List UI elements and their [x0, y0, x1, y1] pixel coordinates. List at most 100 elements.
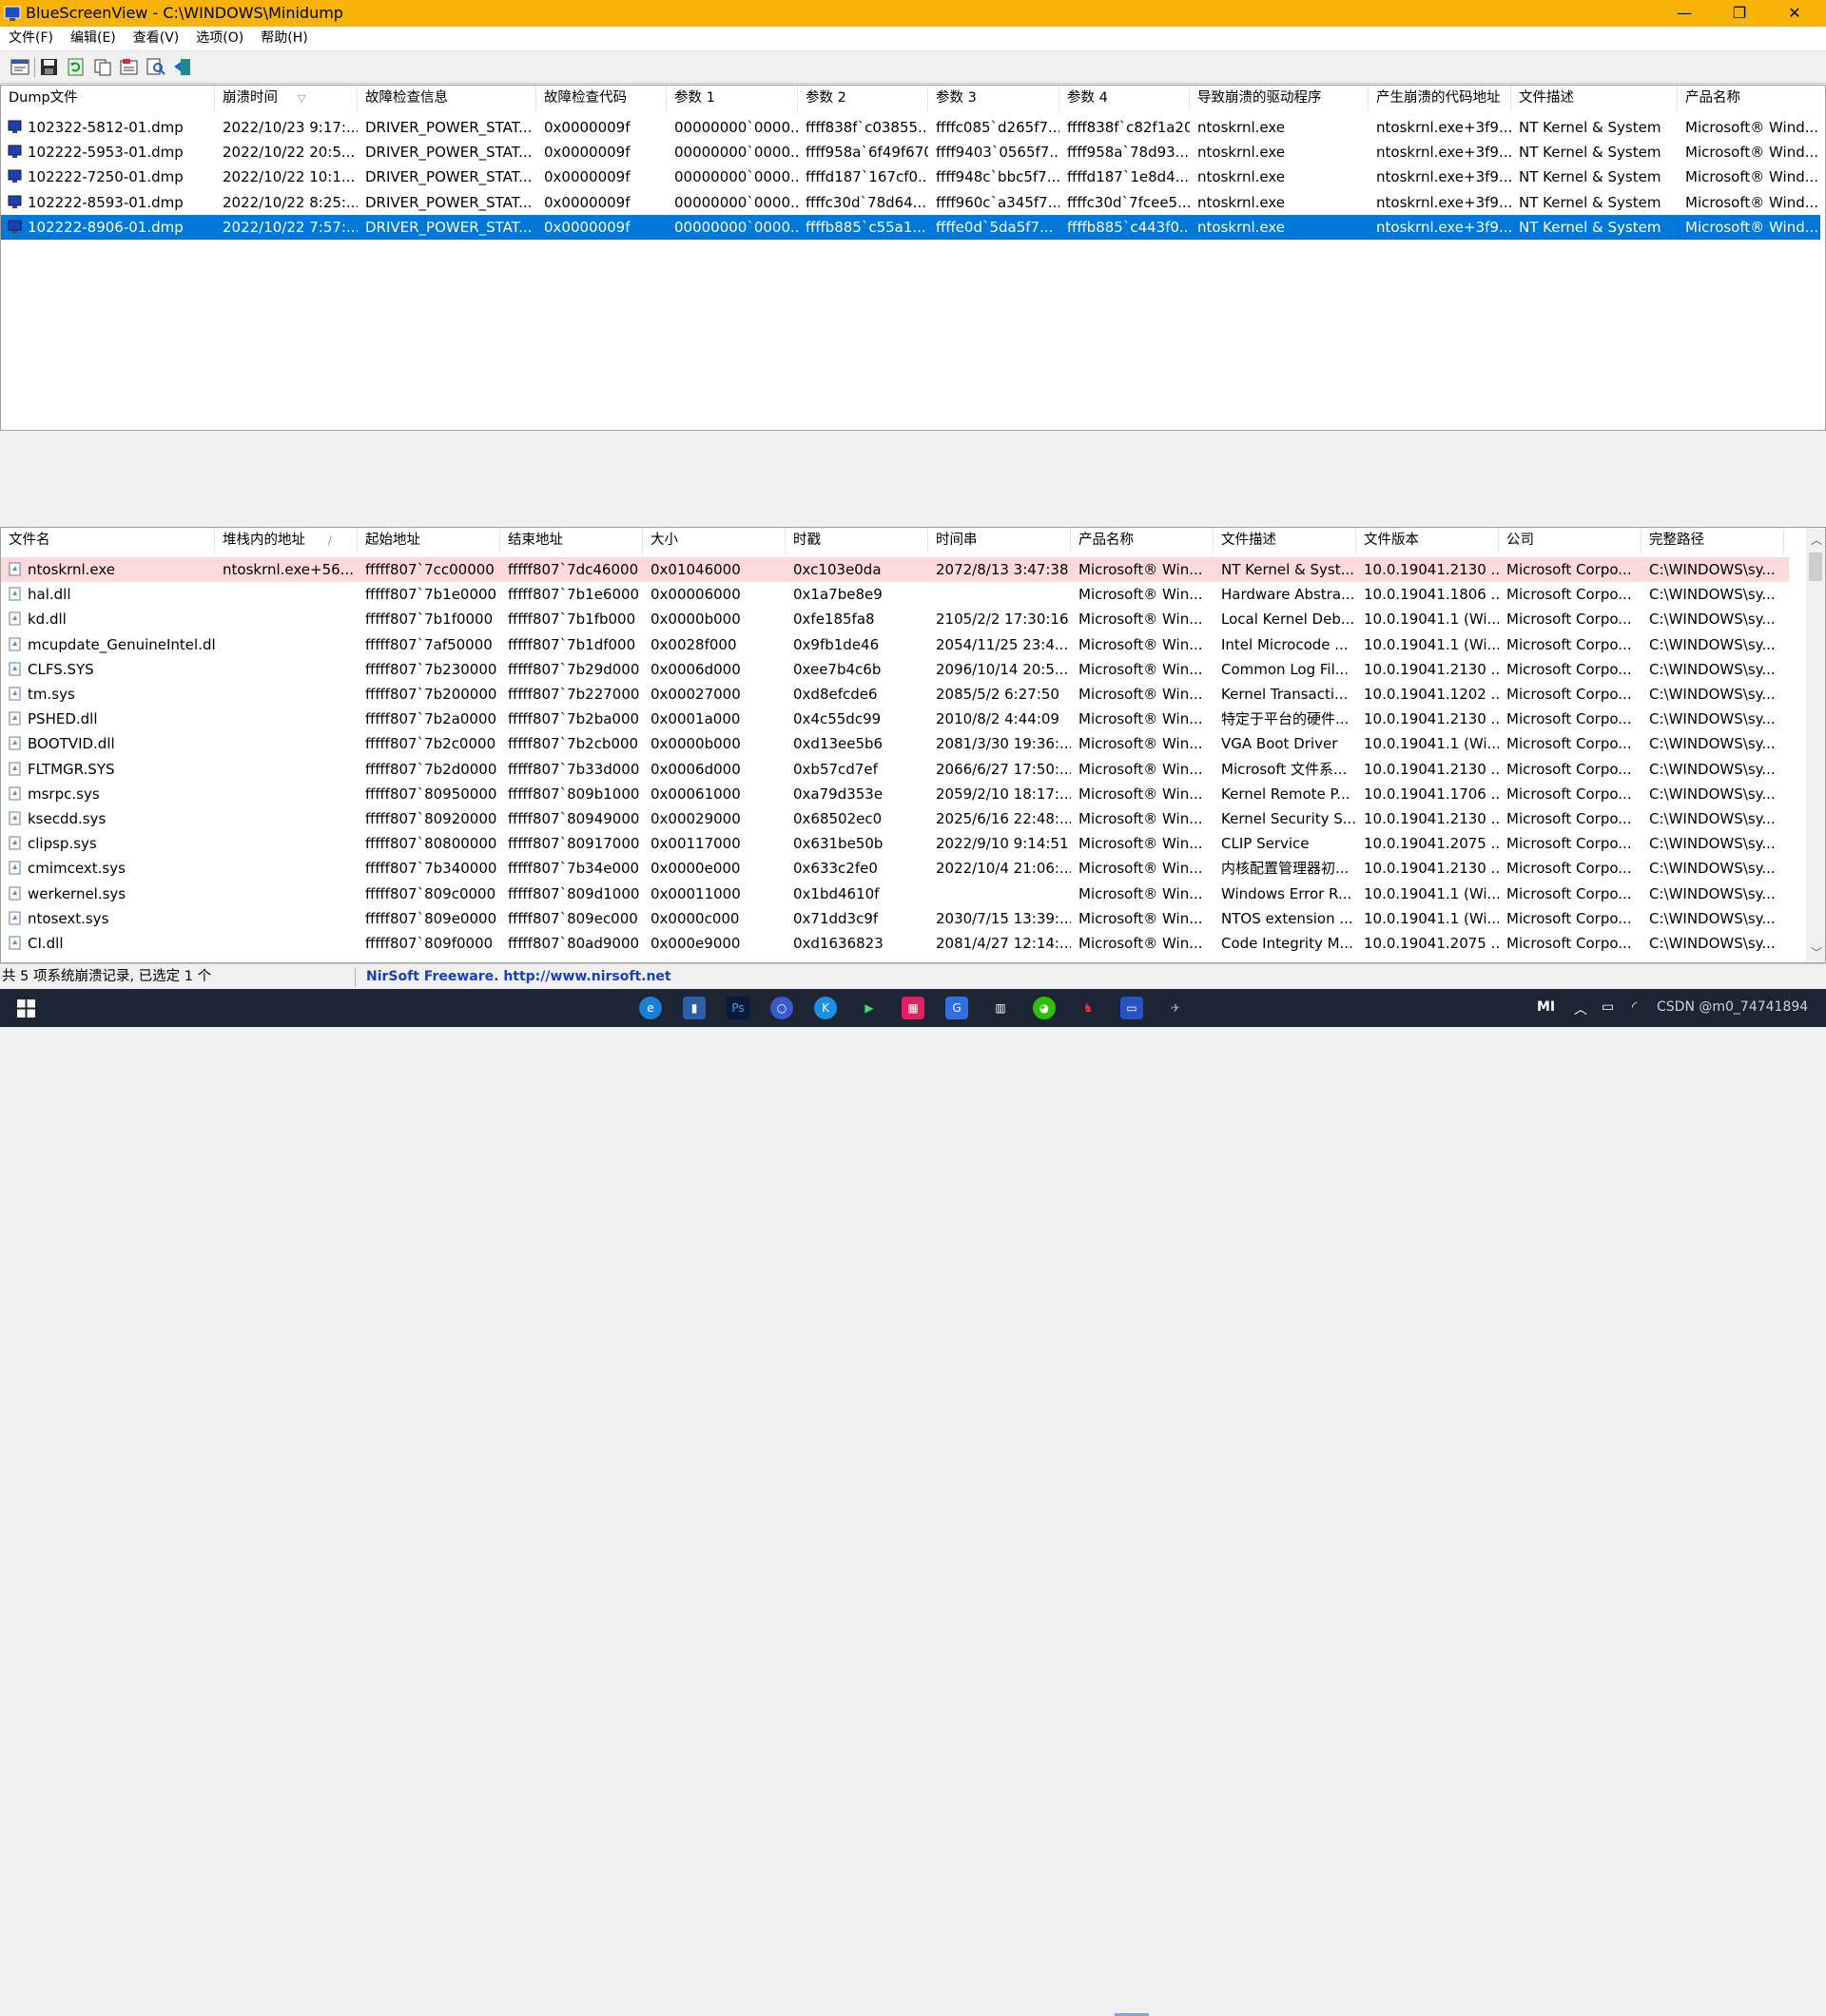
driver-row[interactable]: CI.dll fffff807`809f0000 fffff807`80ad9000… — [1, 931, 1789, 956]
dump-row[interactable]: 102222-8906-01.dmp 2022/10/22 7:57:... DRI… — [1, 214, 1820, 240]
col-to-address[interactable]: 结束地址 — [500, 528, 643, 553]
driver-row[interactable]: cmimcext.sys fffff807`7b340000 fffff807`7b… — [1, 856, 1789, 881]
col-company[interactable]: 公司 — [1499, 528, 1641, 553]
menu-file[interactable]: 文件(F) — [0, 27, 62, 50]
table-cell: DRIVER_POWER_STAT... — [358, 215, 536, 240]
driver-row[interactable]: werkernel.sys fffff807`809c0000 fffff807`8… — [1, 882, 1789, 906]
mi-tray-icon[interactable]: MI — [1537, 999, 1555, 1015]
cell-value: 10.0.19041.2075 ... — [1364, 835, 1499, 853]
menu-options[interactable]: 选项(O) — [187, 27, 252, 50]
col-dump-file[interactable]: Dump文件 — [1, 86, 215, 111]
driver-row[interactable]: CLFS.SYS fffff807`7b230000 fffff807`7b29d0… — [1, 657, 1789, 682]
col-time-string[interactable]: 时间串 — [928, 528, 1071, 553]
windows-start-icon[interactable] — [17, 999, 35, 1018]
cell-name: PSHED.dll — [28, 710, 98, 728]
table-cell — [215, 607, 358, 631]
col-timestamp[interactable]: 时戳 — [786, 528, 928, 553]
play-icon[interactable]: ▶ — [858, 997, 881, 1019]
driver-row[interactable]: PSHED.dll fffff807`7b2a0000 fffff807`7b2ba… — [1, 707, 1789, 731]
dump-row[interactable]: 102222-8593-01.dmp 2022/10/22 8:25:... DRI… — [1, 190, 1818, 215]
minimize-button[interactable]: — — [1657, 0, 1712, 27]
cell-value: Microsoft Corpo... — [1506, 611, 1632, 629]
driver-row[interactable]: ntoskrnl.exe ntoskrnl.exe+56... fffff807`7… — [1, 557, 1789, 582]
col-file-description[interactable]: 文件描述 — [1214, 528, 1356, 553]
table-cell: 0x0006d000 — [643, 757, 786, 782]
driver-list-vertical-scrollbar[interactable]: ︿ ﹀ — [1806, 528, 1825, 962]
edge-icon[interactable]: e — [639, 997, 662, 1019]
col-file-description[interactable]: 文件描述 — [1511, 86, 1678, 111]
battery-icon[interactable]: ▭ — [1602, 999, 1614, 1015]
k-app-icon[interactable]: K — [814, 997, 837, 1019]
driver-row[interactable]: kd.dll fffff807`7b1f0000 fffff807`7b1fb000… — [1, 607, 1789, 631]
find-icon[interactable] — [146, 57, 166, 77]
cell-value: 10.0.19041.2130 ... — [1364, 561, 1499, 578]
bluescreenview-icon[interactable]: ▭ — [1120, 997, 1143, 1019]
col-product-name[interactable]: 产品名称 — [1678, 86, 1825, 111]
table-cell: fffff807`7b2cb000 — [500, 731, 643, 756]
col-size[interactable]: 大小 — [643, 528, 786, 553]
col-address-in-stack[interactable]: 堆栈内的地址 — [215, 528, 358, 553]
scrollbar-thumb[interactable] — [1809, 552, 1822, 581]
col-filename[interactable]: 文件名 — [1, 528, 215, 553]
grid-app-icon[interactable]: ▥ — [989, 997, 1012, 1019]
col-param2[interactable]: 参数 2 — [798, 86, 928, 111]
col-product-name[interactable]: 产品名称 — [1071, 528, 1214, 553]
dump-row[interactable]: 102222-7250-01.dmp 2022/10/22 10:1... DRIV… — [1, 165, 1818, 189]
col-crash-time[interactable]: 崩溃时间 — [215, 86, 358, 111]
bird-app-icon[interactable]: ✈ — [1164, 997, 1187, 1019]
col-caused-by-driver[interactable]: 导致崩溃的驱动程序 — [1190, 86, 1369, 111]
cell-value: 2022/10/22 10:1... — [223, 168, 356, 186]
close-button[interactable]: ✕ — [1767, 0, 1822, 27]
photoshop-icon[interactable]: Ps — [727, 997, 749, 1019]
exit-icon[interactable] — [172, 57, 193, 77]
scroll-up-icon[interactable]: ︿ — [1811, 532, 1822, 548]
col-file-version[interactable]: 文件版本 — [1356, 528, 1499, 553]
cell-value: 0x4c55dc99 — [793, 710, 882, 728]
show-hidden-icons[interactable]: ︿ — [1574, 999, 1587, 1018]
driver-row[interactable]: msrpc.sys fffff807`80950000 fffff807`809b1… — [1, 782, 1789, 806]
copy-icon[interactable] — [92, 57, 113, 77]
table-cell — [215, 931, 358, 956]
col-param1[interactable]: 参数 1 — [667, 86, 798, 111]
scroll-down-icon[interactable]: ﹀ — [1811, 944, 1822, 960]
cell-value: C:\WINDOWS\sy... — [1649, 935, 1776, 952]
menu-help[interactable]: 帮助(H) — [252, 27, 316, 50]
wechat-icon[interactable]: ◕ — [1033, 997, 1056, 1019]
driver-row[interactable]: clipsp.sys fffff807`80800000 fffff807`8091… — [1, 831, 1789, 856]
col-bugcheck-code[interactable]: 故障检查代码 — [536, 86, 667, 111]
cell-value: 2072/8/13 3:47:38 — [936, 561, 1069, 578]
col-from-address[interactable]: 起始地址 — [358, 528, 500, 553]
title-bar: BlueScreenView - C:\WINDOWS\Minidump — ❐… — [0, 0, 1826, 27]
dump-row[interactable]: 102222-5953-01.dmp 2022/10/22 20:5... DRIV… — [1, 140, 1818, 165]
refresh-icon[interactable] — [66, 57, 87, 77]
menu-view[interactable]: 查看(V) — [125, 27, 188, 50]
driver-row[interactable]: tm.sys fffff807`7b200000 fffff807`7b227000… — [1, 682, 1789, 707]
driver-row[interactable]: ksecdd.sys fffff807`80920000 fffff807`8094… — [1, 806, 1789, 831]
menu-edit[interactable]: 编辑(E) — [62, 27, 125, 50]
driver-row[interactable]: ntosext.sys fffff807`809e0000 fffff807`809… — [1, 906, 1789, 931]
save-icon[interactable] — [39, 57, 60, 77]
restore-button[interactable]: ❐ — [1712, 0, 1767, 27]
g-app-icon[interactable]: G — [945, 997, 968, 1019]
driver-file-icon — [9, 811, 21, 825]
html-report-icon[interactable] — [119, 57, 140, 77]
col-bugcheck-string[interactable]: 故障检查信息 — [358, 86, 536, 111]
col-caused-by-address[interactable]: 产生崩溃的代码地址 — [1369, 86, 1511, 111]
driver-row[interactable]: BOOTVID.dll fffff807`7b2c0000 fffff807`7b2… — [1, 731, 1789, 756]
col-param4[interactable]: 参数 4 — [1059, 86, 1190, 111]
driver-row[interactable]: mcupdate_GenuineIntel.dll fffff807`7af500… — [1, 632, 1789, 657]
col-full-path[interactable]: 完整路径 — [1641, 528, 1784, 553]
driver-row[interactable]: hal.dll fffff807`7b1e0000 fffff807`7b1e600… — [1, 582, 1789, 607]
circle-app-icon[interactable]: ○ — [770, 997, 793, 1019]
wifi-icon[interactable]: ◜ — [1632, 999, 1637, 1015]
table-cell: ntoskrnl.exe+3f9... — [1369, 140, 1511, 165]
red-app-icon[interactable]: ▦ — [902, 997, 924, 1019]
red-figure-icon[interactable]: ♞ — [1077, 997, 1099, 1019]
properties-icon[interactable] — [10, 57, 30, 77]
table-cell: C:\WINDOWS\sy... — [1641, 731, 1784, 756]
nirsoft-link[interactable]: NirSoft Freeware. http://www.nirsoft.net — [366, 964, 671, 990]
driver-row[interactable]: FLTMGR.SYS fffff807`7b2d0000 fffff807`7b33… — [1, 757, 1789, 782]
col-param3[interactable]: 参数 3 — [928, 86, 1059, 111]
dump-row[interactable]: 102322-5812-01.dmp 2022/10/23 9:17:... DRI… — [1, 115, 1818, 140]
blue-app-icon[interactable]: ▮ — [683, 997, 706, 1019]
